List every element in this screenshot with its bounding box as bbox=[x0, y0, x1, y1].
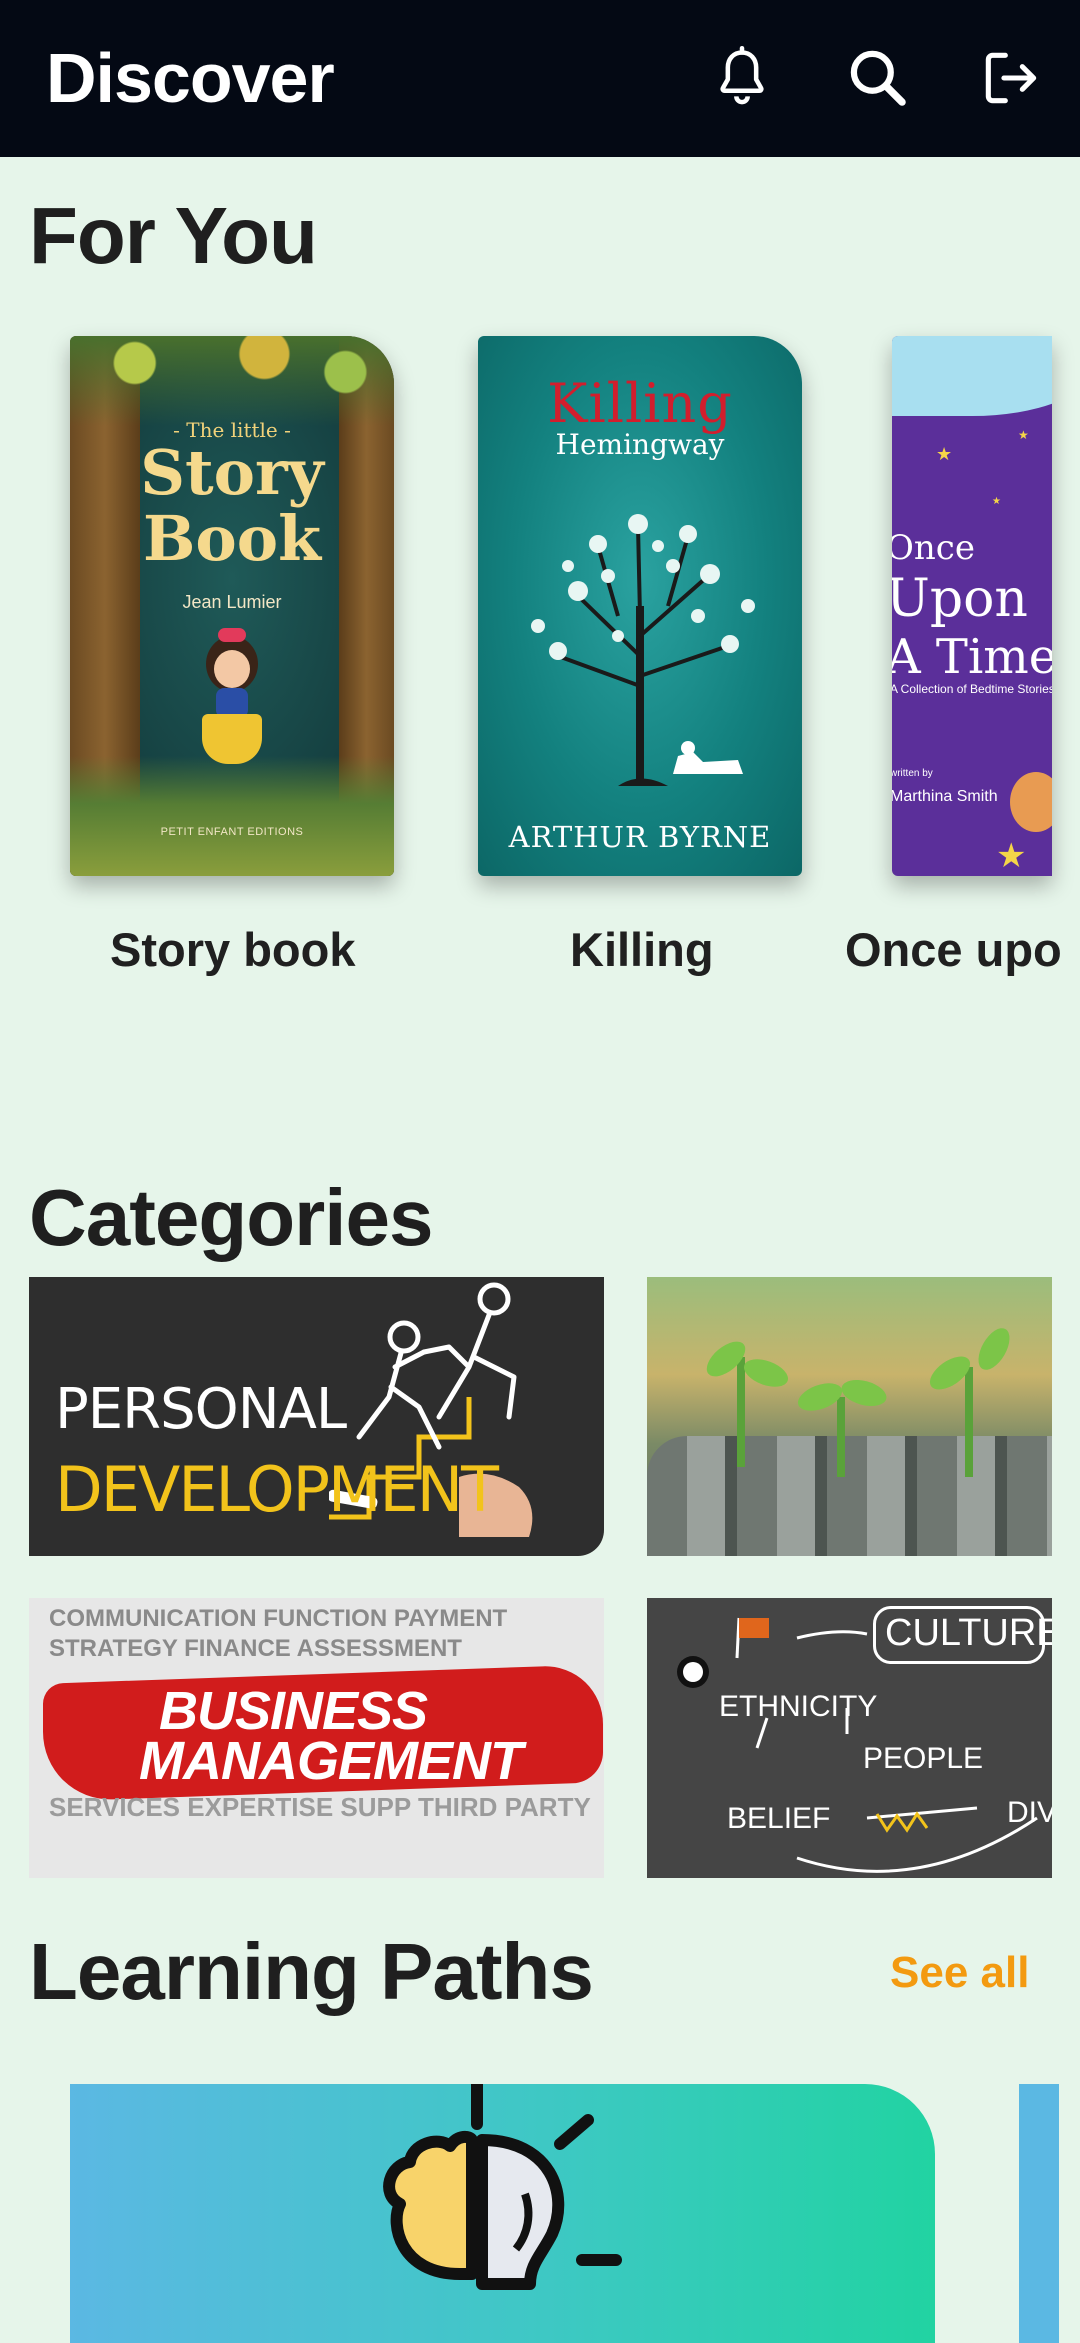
search-icon bbox=[850, 50, 906, 106]
cover-title-line: A Time bbox=[892, 629, 1052, 685]
notifications-button[interactable] bbox=[704, 40, 780, 116]
learning-path-card[interactable] bbox=[1019, 2084, 1059, 2343]
category-business-management[interactable]: COMMUNICATION FUNCTION PAYMENT STRATEGY … bbox=[29, 1598, 604, 1878]
category-title-line: DEVELOPMENT bbox=[55, 1453, 499, 1526]
bell-icon bbox=[720, 45, 764, 105]
book-label[interactable]: Once upo bbox=[845, 922, 1062, 977]
star-icon: ★ bbox=[1018, 428, 1029, 442]
learning-path-card[interactable] bbox=[70, 2084, 935, 2343]
cover-art-sky bbox=[892, 336, 1052, 416]
cover-subtitle: A Collection of Bedtime Stories bbox=[892, 682, 1052, 696]
top-app-bar: Discover bbox=[0, 0, 1080, 157]
logout-icon bbox=[985, 52, 1037, 104]
category-culture[interactable]: CULTURE ETHNICITY PEOPLE BELIEF DIV bbox=[647, 1598, 1052, 1878]
cover-subtitle: Hemingway bbox=[555, 428, 725, 461]
category-personal-development[interactable]: PERSONAL DEVELOPMENT bbox=[29, 1277, 604, 1556]
cover-title-line: Once bbox=[892, 528, 975, 568]
sprout-stem bbox=[737, 1357, 745, 1467]
cover-title: Once Upon A Time bbox=[892, 526, 1052, 686]
book-cover-story-book[interactable]: - The little - Story Book Jean Lumier PE… bbox=[70, 336, 394, 876]
see-all-link[interactable]: See all bbox=[890, 1948, 1029, 1998]
search-button[interactable] bbox=[840, 40, 916, 116]
sprout-leaf bbox=[740, 1353, 792, 1393]
category-finance[interactable] bbox=[647, 1277, 1052, 1556]
word-cloud: COMMUNICATION FUNCTION PAYMENT STRATEGY … bbox=[49, 1605, 508, 1662]
cover-author: Marthina Smith bbox=[892, 788, 998, 805]
category-title-line: PERSONAL bbox=[55, 1377, 347, 1442]
cover-art-skirt bbox=[202, 714, 262, 764]
section-title-for-you: For You bbox=[29, 191, 318, 280]
cover-title-line: Upon bbox=[892, 569, 1028, 629]
sprout-stem bbox=[837, 1397, 845, 1477]
cover-title: Story Book bbox=[140, 436, 324, 575]
book-cover-killing[interactable]: Killing Hemingway ARTHUR BYRNE bbox=[478, 336, 802, 876]
word-cloud: SERVICES EXPERTISE SUPP THIRD PARTY bbox=[49, 1792, 591, 1822]
cover-author: Jean Lumier bbox=[182, 592, 282, 612]
sprout-stem bbox=[965, 1367, 973, 1477]
section-title-categories: Categories bbox=[29, 1173, 433, 1262]
cover-art-girl-face bbox=[214, 650, 250, 688]
logout-button[interactable] bbox=[973, 40, 1049, 116]
category-title-line: MANAGEMENT bbox=[139, 1731, 523, 1791]
cover-author: ARTHUR BYRNE bbox=[508, 820, 772, 854]
book-label[interactable]: Killing bbox=[570, 922, 714, 977]
tree-illustration bbox=[531, 514, 755, 786]
cover-title: Killing bbox=[547, 372, 733, 435]
cover-art-canopy bbox=[70, 336, 394, 426]
star-icon: ★ bbox=[992, 496, 1001, 507]
cover-art-ground bbox=[70, 756, 394, 876]
cover-art-bow bbox=[218, 628, 246, 642]
sprout-leaf bbox=[972, 1323, 1016, 1375]
book-label[interactable]: Story book bbox=[110, 922, 355, 977]
brain-bulb-icon bbox=[383, 2084, 622, 2290]
cover-written-by: written by bbox=[892, 768, 933, 779]
section-title-learning-paths: Learning Paths bbox=[29, 1927, 594, 2016]
culture-doodles bbox=[677, 1617, 1038, 1873]
cover-publisher: PETIT ENFANT EDITIONS bbox=[160, 826, 304, 838]
page-title: Discover bbox=[46, 39, 335, 117]
coins-illustration bbox=[647, 1436, 1052, 1556]
cover-art-bear bbox=[1010, 772, 1052, 832]
star-icon: ★ bbox=[996, 837, 1027, 875]
book-cover-once-upon-a-time[interactable]: ★ ★ ★ Once Upon A Time A Collection of B… bbox=[892, 336, 1052, 876]
star-icon: ★ bbox=[936, 444, 953, 464]
sprout-leaf bbox=[838, 1375, 890, 1411]
